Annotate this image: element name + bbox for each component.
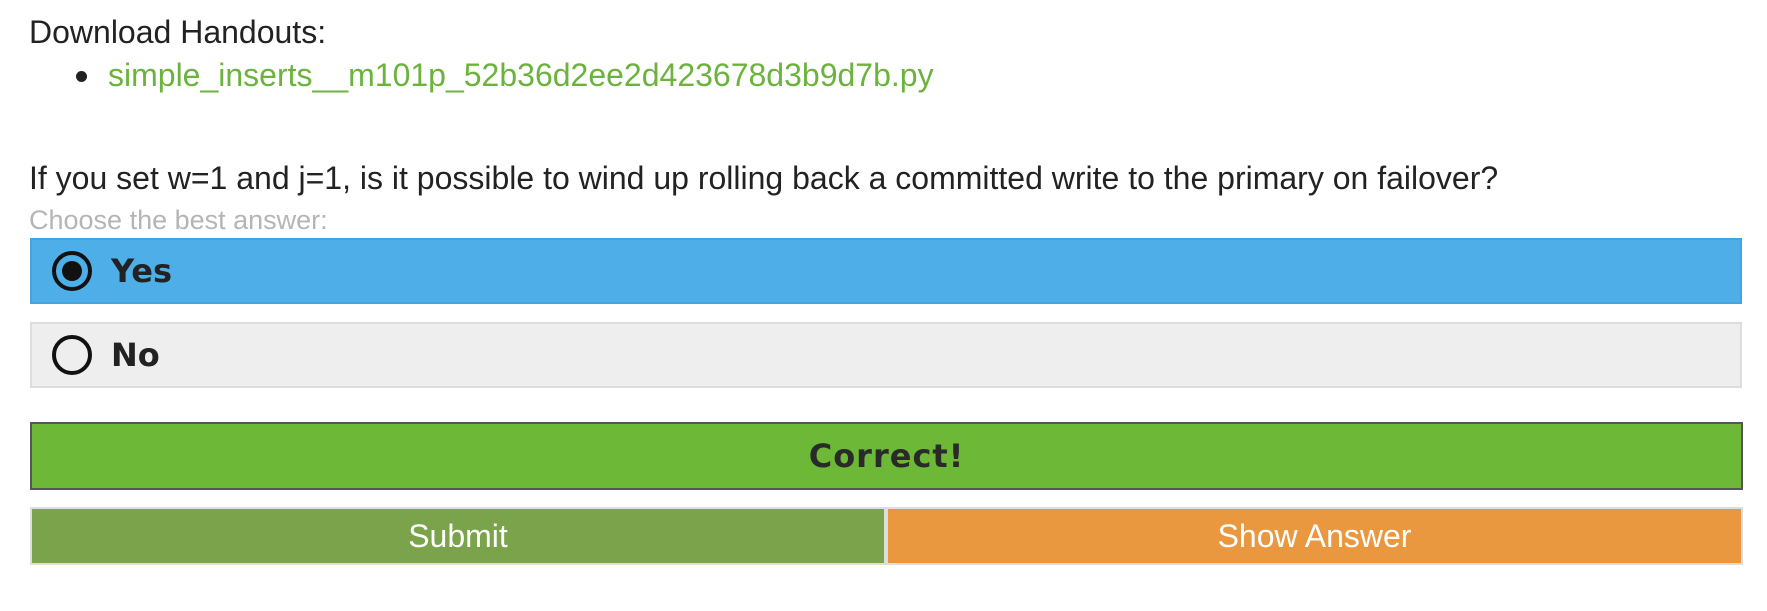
answer-option-label: Yes xyxy=(111,252,172,290)
radio-unchecked-icon[interactable] xyxy=(52,335,92,375)
correct-result-banner: Correct! xyxy=(30,422,1743,490)
question-text: If you set w=1 and j=1, is it possible t… xyxy=(29,160,1499,196)
answer-instruction: Choose the best answer: xyxy=(29,205,328,235)
handout-list-item: simple_inserts__m101p_52b36d2ee2d423678d… xyxy=(29,54,934,96)
handout-list: simple_inserts__m101p_52b36d2ee2d423678d… xyxy=(29,54,934,96)
bullet-icon xyxy=(76,71,87,82)
answer-option-yes[interactable]: Yes xyxy=(30,238,1742,304)
handouts-title: Download Handouts: xyxy=(29,14,327,50)
handout-file-link[interactable]: simple_inserts__m101p_52b36d2ee2d423678d… xyxy=(108,57,934,93)
submit-button[interactable]: Submit xyxy=(30,507,886,565)
answer-option-no[interactable]: No xyxy=(30,322,1742,388)
show-answer-button[interactable]: Show Answer xyxy=(886,507,1743,565)
answer-option-label: No xyxy=(111,336,160,374)
radio-dot xyxy=(62,261,82,281)
radio-checked-icon[interactable] xyxy=(52,251,92,291)
